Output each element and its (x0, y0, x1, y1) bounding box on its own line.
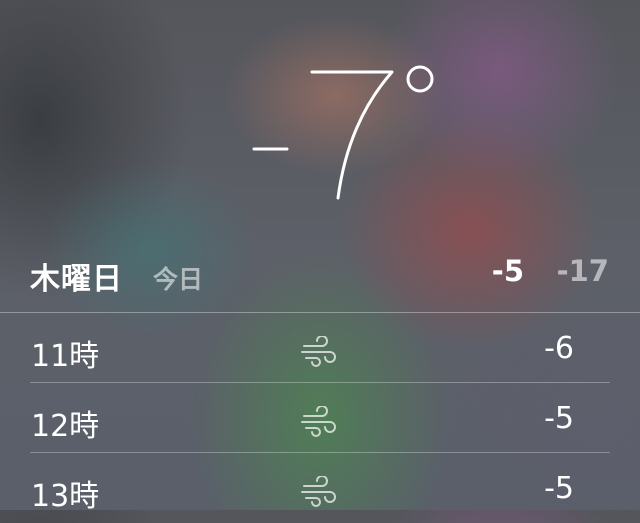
hourly-row: 11時 -6 (0, 313, 640, 383)
hour-temp: -6 (544, 331, 574, 366)
temperature-glyphs (252, 65, 434, 200)
today-low-temp: -17 (556, 254, 609, 288)
hourly-forecast-list[interactable]: 11時 -6 12時 -5 13時 -5 (0, 313, 640, 523)
hour-time: 11時 (31, 339, 100, 374)
hourly-row: 13時 -5 (0, 453, 640, 523)
wind-icon (300, 405, 340, 438)
today-label: 今日 (153, 265, 204, 294)
wind-icon (300, 475, 340, 508)
today-high-temp: -5 (491, 254, 524, 288)
today-summary-row: 木曜日 今日 -5 -17 (0, 246, 640, 302)
hour-temp: -5 (544, 471, 574, 506)
hour-time: 13時 (31, 479, 100, 514)
hour-time: 12時 (31, 409, 100, 444)
hourly-row: 12時 -5 (0, 383, 640, 453)
wind-icon (300, 335, 340, 368)
current-temperature: -7° (0, 40, 640, 220)
hour-temp: -5 (544, 401, 574, 436)
today-weekday: 木曜日 (30, 262, 123, 297)
